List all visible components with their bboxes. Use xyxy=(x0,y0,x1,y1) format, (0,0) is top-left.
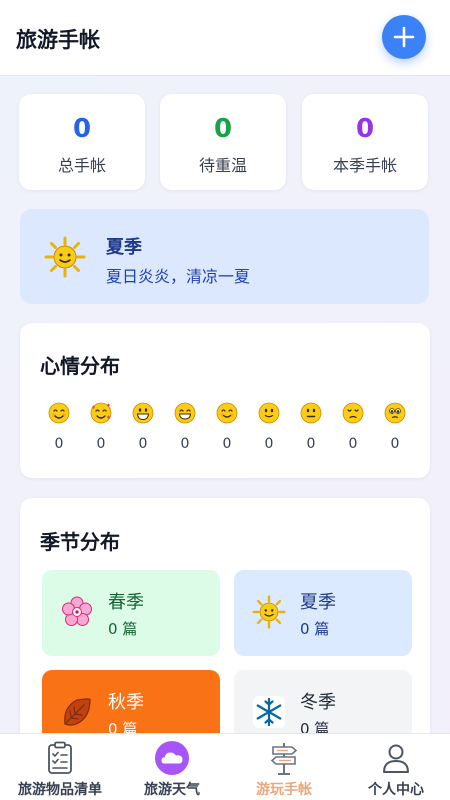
mood-item[interactable]: 0 xyxy=(86,402,116,452)
mood-count: 0 xyxy=(138,436,148,452)
stat-card-season[interactable]: 0 本季手帐 xyxy=(302,94,428,190)
sun-icon xyxy=(44,236,86,278)
user-icon xyxy=(383,744,409,773)
mood-item[interactable]: 0 xyxy=(170,402,200,452)
mood-item[interactable]: 0 xyxy=(128,402,158,452)
plus-icon xyxy=(393,26,415,48)
mood-count: 0 xyxy=(390,436,400,452)
mood-item[interactable]: 0 xyxy=(44,402,74,452)
smiling-face-icon xyxy=(216,402,238,424)
bottom-tab-bar: 旅游物品清单 旅游天气 游玩手帐 个人中心 xyxy=(0,733,450,800)
mood-count: 0 xyxy=(96,436,106,452)
stat-label: 本季手帐 xyxy=(332,156,397,175)
tab-label: 旅游物品清单 xyxy=(18,782,102,798)
season-tile-spring[interactable]: 春季 0 篇 xyxy=(42,570,220,656)
tab-label: 个人中心 xyxy=(368,782,424,798)
cloud-icon xyxy=(155,741,189,775)
mood-item[interactable]: 0 xyxy=(254,402,284,452)
season-tile-summer[interactable]: 夏季 0 篇 xyxy=(234,570,412,656)
tab-weather[interactable]: 旅游天气 xyxy=(116,734,228,800)
mood-item[interactable]: 0 xyxy=(296,402,326,452)
tab-packing-list[interactable]: 旅游物品清单 xyxy=(4,734,116,800)
app-header: 旅游手帐 xyxy=(0,0,450,76)
tab-profile[interactable]: 个人中心 xyxy=(340,734,450,800)
page-title: 旅游手帐 xyxy=(16,28,100,52)
mood-section-title: 心情分布 xyxy=(40,354,120,378)
signpost-icon xyxy=(270,743,298,775)
pleading-face-icon xyxy=(384,402,406,424)
season-name: 春季 xyxy=(108,592,144,613)
season-section-title: 季节分布 xyxy=(40,530,120,554)
season-name: 秋季 xyxy=(108,692,144,713)
tab-label: 旅游天气 xyxy=(144,782,200,798)
season-name: 夏季 xyxy=(106,237,142,258)
season-count: 0 篇 xyxy=(108,620,138,638)
mood-count: 0 xyxy=(180,436,190,452)
grinning-squinting-face-icon xyxy=(174,402,196,424)
add-journal-button[interactable] xyxy=(382,15,426,59)
current-season-banner: 夏季 夏日炎炎，清凉一夏 xyxy=(20,209,429,304)
smiling-face-with-hearts-icon xyxy=(90,402,112,424)
mood-row: 0 0 0 0 0 0 0 0 0 xyxy=(36,402,414,462)
stat-card-revisit[interactable]: 0 待重温 xyxy=(160,94,286,190)
stat-value: 0 xyxy=(72,114,92,144)
mood-item[interactable]: 0 xyxy=(380,402,410,452)
mood-item[interactable]: 0 xyxy=(212,402,242,452)
stat-value: 0 xyxy=(355,114,375,144)
clipboard-icon xyxy=(48,741,72,774)
snowflake-icon xyxy=(253,696,285,728)
mood-count: 0 xyxy=(306,436,316,452)
stat-label: 待重温 xyxy=(198,156,247,175)
mood-count: 0 xyxy=(54,436,64,452)
mood-item[interactable]: 0 xyxy=(338,402,368,452)
season-subtitle: 夏日炎炎，清凉一夏 xyxy=(106,267,251,286)
mood-count: 0 xyxy=(348,436,358,452)
mood-count: 0 xyxy=(264,436,274,452)
tab-label: 游玩手帐 xyxy=(256,782,312,798)
stat-card-total[interactable]: 0 总手帐 xyxy=(19,94,145,190)
slightly-smiling-face-icon xyxy=(258,402,280,424)
season-count: 0 篇 xyxy=(300,620,330,638)
stat-label: 总手帐 xyxy=(57,156,106,175)
mood-count: 0 xyxy=(222,436,232,452)
season-name: 夏季 xyxy=(300,592,336,613)
season-name: 冬季 xyxy=(300,692,336,713)
cherry-blossom-icon xyxy=(62,596,92,626)
tab-travel-journal[interactable]: 游玩手帐 xyxy=(228,734,340,800)
grinning-face-icon xyxy=(132,402,154,424)
stat-value: 0 xyxy=(213,114,233,144)
pensive-face-icon xyxy=(342,402,364,424)
fallen-leaf-icon xyxy=(64,698,91,726)
smiling-face-with-smiling-eyes-icon xyxy=(48,402,70,424)
sun-icon xyxy=(252,595,286,629)
neutral-face-icon xyxy=(300,402,322,424)
